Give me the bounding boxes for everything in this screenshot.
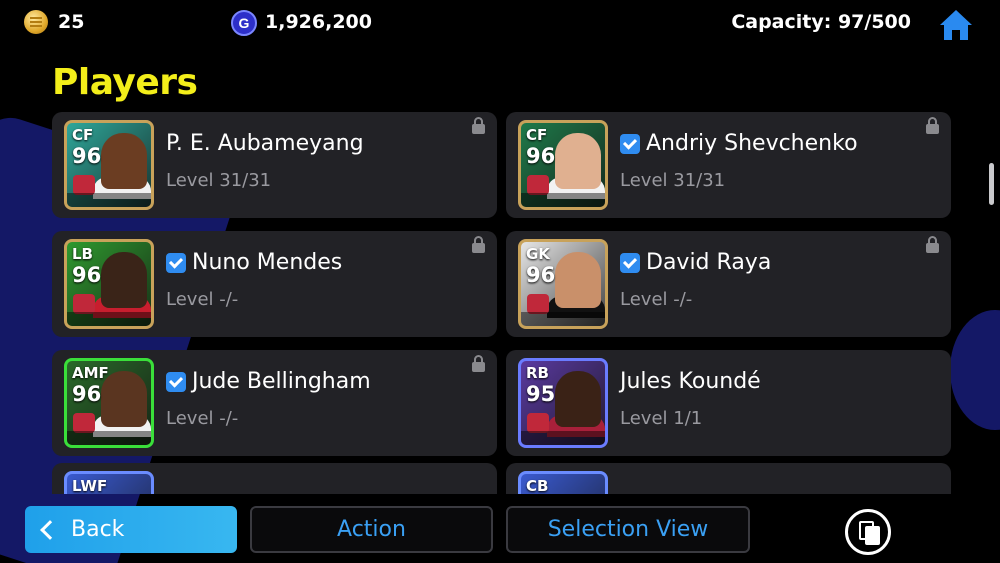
player-portrait <box>555 133 601 189</box>
player-portrait <box>555 371 601 427</box>
player-position: LWF <box>72 477 108 494</box>
checkmark-icon <box>166 371 186 392</box>
player-portrait <box>101 252 147 308</box>
player-position: LB <box>72 245 93 263</box>
checkmark-icon <box>620 133 640 154</box>
player-card[interactable]: LWF <box>52 463 497 494</box>
action-label: Action <box>337 517 406 542</box>
player-name-row: Nuno Mendes <box>166 250 342 275</box>
background-decoration <box>950 310 1000 430</box>
player-level: Level 31/31 <box>166 170 272 191</box>
top-bar: 25 G 1,926,200 Capacity: 97/500 <box>0 0 1000 46</box>
gp-icon: G <box>231 10 257 36</box>
lock-icon[interactable] <box>926 117 939 134</box>
player-card[interactable]: LB 96 Nuno Mendes Level -/- <box>52 231 497 337</box>
player-card[interactable]: GK 96 David Raya Level -/- <box>506 231 951 337</box>
player-name: P. E. Aubameyang <box>166 131 364 156</box>
player-position: CF <box>526 126 548 144</box>
player-name-row: Jude Bellingham <box>166 369 371 394</box>
home-icon[interactable] <box>938 8 974 42</box>
player-rating: 96 <box>72 382 102 406</box>
card-footer <box>521 312 605 326</box>
player-name: Jude Bellingham <box>192 369 371 394</box>
player-card-image: GK 96 <box>518 239 608 329</box>
player-rating: 95 <box>526 382 556 406</box>
lock-icon[interactable] <box>472 236 485 253</box>
card-footer <box>521 431 605 445</box>
player-level: Level 1/1 <box>620 408 703 429</box>
player-card-image: CB <box>518 471 608 494</box>
player-card-image: AMF 96 <box>64 358 154 448</box>
player-card[interactable]: CF 96 P. E. Aubameyang Level 31/31 <box>52 112 497 218</box>
lock-icon[interactable] <box>472 117 485 134</box>
back-button[interactable]: Back <box>25 506 237 553</box>
bottom-bar: Back Action Selection View <box>0 506 1000 556</box>
player-card[interactable]: AMF 96 Jude Bellingham Level -/- <box>52 350 497 456</box>
card-footer <box>67 431 151 445</box>
player-name-row: David Raya <box>620 250 771 275</box>
player-position: AMF <box>72 364 109 382</box>
player-name: Nuno Mendes <box>192 250 343 275</box>
back-label: Back <box>71 517 125 542</box>
player-card-image: RB 95 <box>518 358 608 448</box>
players-list: CF 96 P. E. Aubameyang Level 31/31 CF 96 Andri… <box>52 112 952 494</box>
club-badge-icon <box>527 294 549 314</box>
page-title: Players <box>52 62 198 103</box>
player-level: Level 31/31 <box>620 170 726 191</box>
player-name-row: P. E. Aubameyang <box>166 131 364 156</box>
player-card[interactable]: CF 96 Andriy Shevchenko Level 31/31 <box>506 112 951 218</box>
action-button[interactable]: Action <box>250 506 493 553</box>
player-card-image: LB 96 <box>64 239 154 329</box>
player-position: RB <box>526 364 549 382</box>
lock-icon[interactable] <box>472 355 485 372</box>
club-badge-icon <box>73 175 95 195</box>
selection-view-label: Selection View <box>547 517 709 542</box>
player-position: CB <box>526 477 549 494</box>
player-name: Andriy Shevchenko <box>646 131 858 156</box>
player-portrait <box>555 252 601 308</box>
lock-icon[interactable] <box>926 236 939 253</box>
player-rating: 96 <box>72 144 102 168</box>
chevron-left-icon <box>40 519 60 540</box>
coin-balance: 25 <box>58 11 85 33</box>
player-name-row: Jules Koundé <box>620 369 761 394</box>
selection-view-button[interactable]: Selection View <box>506 506 750 553</box>
gp-balance: 1,926,200 <box>265 11 372 33</box>
copy-icon[interactable] <box>845 509 891 555</box>
player-level: Level -/- <box>166 408 239 429</box>
club-badge-icon <box>527 413 549 433</box>
checkmark-icon <box>166 252 186 273</box>
player-name: David Raya <box>646 250 772 275</box>
player-level: Level -/- <box>620 289 693 310</box>
player-name-row: Andriy Shevchenko <box>620 131 858 156</box>
player-position: CF <box>72 126 94 144</box>
club-badge-icon <box>73 294 95 314</box>
player-card-image: CF 96 <box>518 120 608 210</box>
player-card-image: LWF <box>64 471 154 494</box>
card-footer <box>521 193 605 207</box>
club-badge-icon <box>73 413 95 433</box>
player-level: Level -/- <box>166 289 239 310</box>
player-rating: 96 <box>72 263 102 287</box>
club-badge-icon <box>527 175 549 195</box>
player-position: GK <box>526 245 550 263</box>
coin-icon <box>24 10 48 34</box>
player-card-image: CF 96 <box>64 120 154 210</box>
player-rating: 96 <box>526 263 556 287</box>
card-footer <box>67 193 151 207</box>
player-rating: 96 <box>526 144 556 168</box>
scrollbar-thumb[interactable] <box>989 163 994 205</box>
capacity-text: Capacity: 97/500 <box>731 11 911 33</box>
card-footer <box>67 312 151 326</box>
player-portrait <box>101 133 147 189</box>
player-card[interactable]: CB <box>506 463 951 494</box>
player-card[interactable]: RB 95 Jules Koundé Level 1/1 <box>506 350 951 456</box>
checkmark-icon <box>620 252 640 273</box>
player-name: Jules Koundé <box>620 369 761 394</box>
